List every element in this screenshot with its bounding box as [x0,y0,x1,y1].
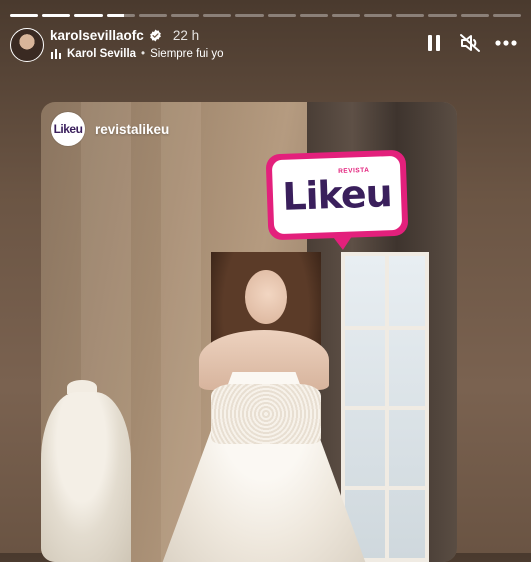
repost-header[interactable]: Likeu revistalikeu [51,112,169,146]
avatar[interactable] [10,28,44,62]
progress-segment [42,14,71,17]
progress-segment [106,14,135,17]
more-horizontal-icon [495,40,517,46]
pause-icon [428,35,440,51]
music-attribution[interactable]: Karol Sevilla • Siempre fui yo [50,48,224,60]
likeu-logo-sticker[interactable]: REVISTA Likeu [265,149,409,251]
progress-segment [267,14,296,17]
more-button[interactable] [495,32,517,54]
repost-account-name[interactable]: revistalikeu [95,122,169,137]
progress-segment [492,14,521,17]
pause-button[interactable] [423,32,445,54]
gown-bodice [211,384,321,444]
progress-segment [170,14,200,17]
music-separator: • [141,48,146,60]
reposted-story-card[interactable]: Likeu revistalikeu REVISTA Likeu [41,102,457,562]
music-artist: Karol Sevilla [67,48,137,60]
progress-segment [364,14,393,17]
mute-button[interactable] [459,32,481,54]
verified-badge-icon [149,29,161,42]
music-bars-icon [51,49,61,59]
story-header: karolsevillaofc 22 h Karol Sevilla • Sie… [10,28,517,64]
muted-speaker-icon [460,34,480,52]
music-song: Siempre fui yo [150,48,224,60]
sticker-tail [332,235,353,251]
mannequin-dress [41,392,131,562]
progress-segment [331,14,361,17]
post-time: 22 h [172,28,200,43]
progress-segment [138,14,167,17]
progress-segment [235,14,264,17]
model-face [245,270,287,324]
story-controls [423,32,517,54]
window [341,252,429,562]
story-progress-bar [10,14,521,17]
user-line: karolsevillaofc 22 h [50,28,199,43]
sticker-logo-word: Likeu [281,171,393,219]
progress-segment [74,14,103,17]
progress-segment [299,14,328,17]
username[interactable]: karolsevillaofc [50,28,144,43]
progress-segment [428,14,457,17]
sticker-small-text: REVISTA [338,166,370,175]
progress-segment [396,14,425,17]
progress-segment [203,14,232,17]
repost-avatar[interactable]: Likeu [51,112,85,146]
progress-segment [460,14,489,17]
progress-segment [10,14,39,17]
repost-avatar-logo: Likeu [53,122,83,136]
